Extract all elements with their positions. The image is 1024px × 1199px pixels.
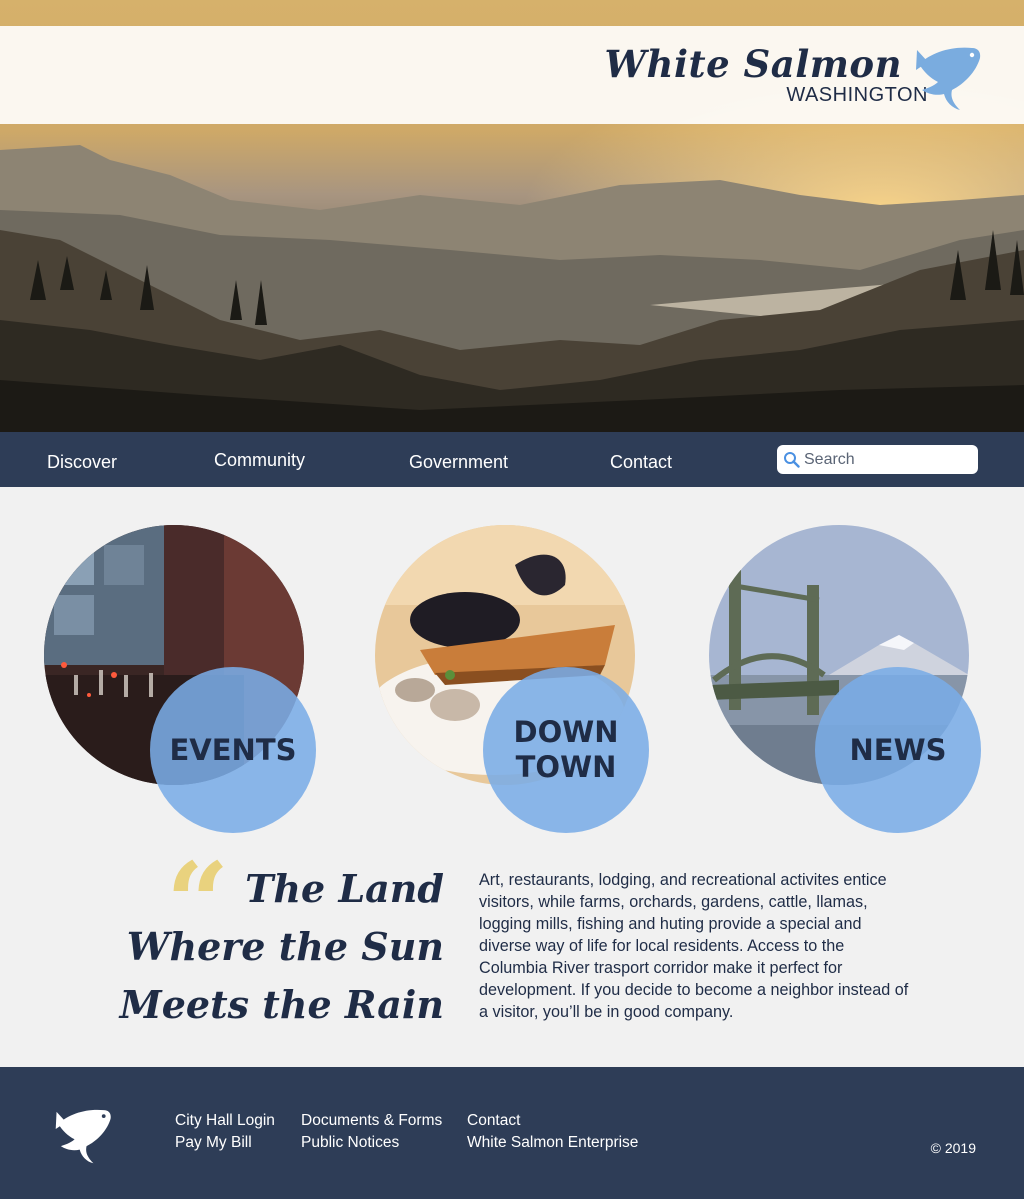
search-input[interactable] — [804, 448, 970, 471]
nav-item-community[interactable]: Community — [214, 450, 305, 471]
news-label: NEWS — [849, 732, 947, 767]
footer-link-pay-my-bill[interactable]: Pay My Bill — [175, 1134, 252, 1152]
nav-item-contact[interactable]: Contact — [610, 452, 672, 473]
footer-link-contact[interactable]: Contact — [467, 1112, 520, 1130]
search-box — [777, 445, 978, 474]
nav-item-discover[interactable]: Discover — [47, 452, 117, 473]
intro-paragraph: Art, restaurants, lodging, and recreatio… — [479, 871, 909, 1021]
copyright: © 2019 — [930, 1140, 976, 1156]
downtown-label-line1: DOWN — [513, 715, 619, 749]
footer-link-white-salmon-enterprise[interactable]: White Salmon Enterprise — [467, 1134, 638, 1152]
footer-link-public-notices[interactable]: Public Notices — [301, 1134, 399, 1152]
nav-item-government[interactable]: Government — [409, 452, 508, 473]
news-badge[interactable]: NEWS — [815, 667, 981, 833]
tagline-line1: The Land — [245, 866, 444, 911]
site-title[interactable]: White Salmon — [604, 42, 902, 86]
events-label: EVENTS — [169, 732, 297, 767]
site-footer: City Hall Login Pay My Bill Documents & … — [0, 1067, 1024, 1199]
site-subtitle: WASHINGTON — [786, 84, 928, 106]
footer-link-documents-forms[interactable]: Documents & Forms — [301, 1112, 442, 1130]
salmon-icon[interactable] — [914, 42, 984, 112]
downtown-badge[interactable]: DOWN TOWN — [483, 667, 649, 833]
footer-link-city-hall-login[interactable]: City Hall Login — [175, 1112, 275, 1130]
events-badge[interactable]: EVENTS — [150, 667, 316, 833]
search-icon[interactable] — [783, 451, 800, 468]
downtown-label-line2: TOWN — [515, 750, 617, 784]
salmon-logo-icon[interactable] — [54, 1105, 114, 1165]
tagline-line3: Meets the Rain — [119, 982, 444, 1027]
main-nav: Discover Community Government Contact — [0, 432, 1024, 487]
tagline-quote: The Land Where the Sun Meets the Rain — [84, 860, 444, 1034]
tagline-line2: Where the Sun — [126, 924, 444, 969]
